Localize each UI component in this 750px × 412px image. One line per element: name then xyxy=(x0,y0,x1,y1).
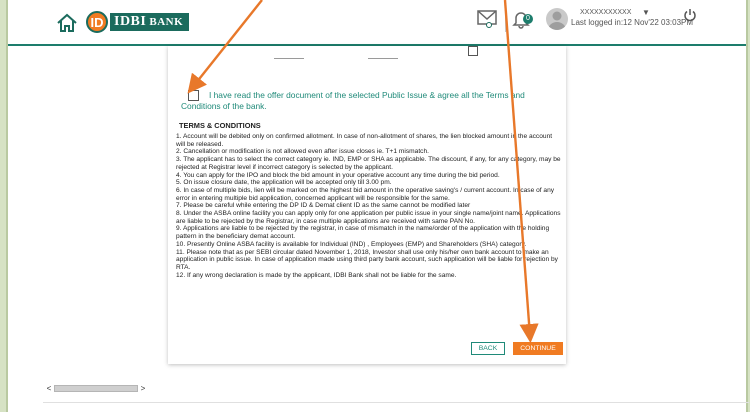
idbi-bank-logo[interactable]: ID IDBI BANK xyxy=(86,10,190,34)
power-icon[interactable] xyxy=(683,8,697,22)
terms-item: 8. Under the ASBA online facility you ca… xyxy=(176,210,561,225)
app-frame: ID IDBI BANK 0 XXXXXXXXXXX ▼ Last logged… xyxy=(6,0,749,412)
user-silhouette-icon xyxy=(548,11,566,30)
terms-item: 7. Please be careful while entering the … xyxy=(176,202,471,210)
terms-item: 5. On issue closure date, the applicatio… xyxy=(176,179,392,187)
terms-item: 9. Applications are liable to be rejecte… xyxy=(176,225,550,241)
logo-brand-name: IDBI xyxy=(114,14,147,29)
checkbox[interactable] xyxy=(468,46,478,56)
terms-item: 1. Account will be debited only on confi… xyxy=(176,133,553,148)
terms-item: 12. If any wrong declaration is made by … xyxy=(176,271,457,279)
terms-item: 10. Presently Online ASBA facility is av… xyxy=(176,240,527,248)
user-name[interactable]: XXXXXXXXXXX xyxy=(580,9,631,16)
back-button[interactable]: BACK xyxy=(471,342,505,355)
notification-badge: 0 xyxy=(523,14,533,24)
mail-icon[interactable] xyxy=(476,8,498,28)
continue-button[interactable]: CONTINUE xyxy=(513,342,563,355)
top-navigation-bar: ID IDBI BANK 0 XXXXXXXXXXX ▼ Last logged… xyxy=(8,0,746,46)
terms-title: TERMS & CONDITIONS xyxy=(179,121,261,130)
scroll-left-icon[interactable]: < xyxy=(44,384,54,393)
field-underline xyxy=(368,58,398,59)
ipo-application-card: I have read the offer document of the se… xyxy=(168,46,566,364)
header-divider xyxy=(505,10,506,32)
terms-item: 2. Cancellation or modification is not a… xyxy=(176,148,429,156)
scrollbar-thumb[interactable] xyxy=(54,384,138,392)
terms-item: 11. Please note that as per SEBI circula… xyxy=(176,248,558,271)
horizontal-scrollbar[interactable]: < > xyxy=(44,384,154,393)
last-logged-in: Last logged in:12 Nov'22 03:03PM xyxy=(571,18,694,27)
terms-item: 4. You can apply for the IPO and block t… xyxy=(176,171,500,179)
terms-item: 3. The applicant has to select the corre… xyxy=(176,156,561,171)
logo-brand-suffix: BANK xyxy=(149,16,184,28)
chevron-down-icon[interactable]: ▼ xyxy=(642,8,650,17)
terms-list: 1. Account will be debited only on confi… xyxy=(176,133,561,279)
terms-item: 6. In case of multiple bids, lien will b… xyxy=(176,186,555,202)
home-icon[interactable] xyxy=(56,13,78,33)
terms-agreement-label[interactable]: I have read the offer document of the se… xyxy=(181,90,557,112)
logo-mark: ID xyxy=(86,11,108,33)
footer-divider xyxy=(43,402,749,403)
field-underline xyxy=(274,58,304,59)
scroll-right-icon[interactable]: > xyxy=(138,384,148,393)
avatar[interactable] xyxy=(546,8,568,30)
